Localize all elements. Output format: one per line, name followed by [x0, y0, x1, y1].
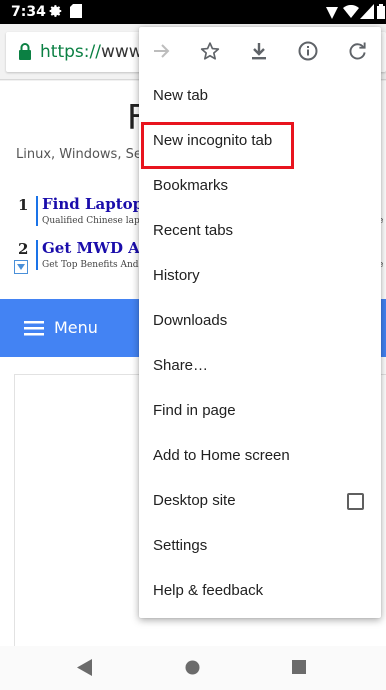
desktop-site-checkbox[interactable]: [347, 493, 364, 510]
recents-icon[interactable]: [292, 660, 306, 679]
menu-item-bookmarks[interactable]: Bookmarks: [139, 165, 381, 210]
battery-icon: [377, 4, 385, 24]
menu-item-label: Bookmarks: [153, 177, 229, 194]
menu-item-label: Help & feedback: [153, 582, 264, 599]
sd-card-icon: [70, 4, 82, 23]
bookmark-star-icon[interactable]: [199, 40, 221, 62]
ad-subtitle: Get Top Benefits And Us: [42, 260, 154, 270]
menu-item-desktop-site[interactable]: Desktop site: [139, 480, 381, 525]
overflow-menu: New tab New incognito tab Bookmarks Rece…: [139, 27, 381, 618]
back-icon[interactable]: [77, 659, 92, 681]
url-scheme: https://: [40, 42, 101, 62]
forward-icon[interactable]: [151, 40, 173, 62]
ad-subtitle: Qualified Chinese laptop: [42, 216, 155, 226]
menu-item-label: Recent tabs: [153, 222, 234, 239]
ad-divider: [36, 240, 38, 270]
download-icon[interactable]: [248, 40, 270, 62]
highlight-box: [141, 122, 294, 169]
menu-item-label: Downloads: [153, 312, 228, 329]
menu-item-history[interactable]: History: [139, 255, 381, 300]
cell-signal-icon: [360, 4, 374, 24]
menu-item-label: Add to Home screen: [153, 447, 290, 464]
status-time: 7:34: [11, 4, 46, 20]
status-bar: 7:34: [0, 0, 386, 24]
do-not-disturb-icon: [326, 6, 338, 24]
menu-item-label: New tab: [153, 87, 209, 104]
android-nav-bar: [0, 646, 386, 690]
ad-number: 1: [18, 196, 29, 214]
ad-divider: [36, 196, 38, 226]
home-icon[interactable]: [185, 660, 200, 680]
menu-item-downloads[interactable]: Downloads: [139, 300, 381, 345]
menu-item-recent-tabs[interactable]: Recent tabs: [139, 210, 381, 255]
menu-item-label: Desktop site: [153, 492, 236, 509]
menu-item-label: Find in page: [153, 402, 236, 419]
menu-item-add-to-home-screen[interactable]: Add to Home screen: [139, 435, 381, 480]
site-menu-label: Menu: [54, 318, 98, 337]
menu-item-settings[interactable]: Settings: [139, 525, 381, 570]
hamburger-menu-icon: [24, 321, 44, 341]
menu-item-find-in-page[interactable]: Find in page: [139, 390, 381, 435]
menu-item-label: Settings: [153, 537, 208, 554]
secure-lock-icon: [18, 43, 32, 65]
menu-item-help-feedback[interactable]: Help & feedback: [139, 570, 381, 615]
refresh-icon[interactable]: [346, 40, 368, 62]
menu-item-share[interactable]: Share…: [139, 345, 381, 390]
menu-item-label: History: [153, 267, 200, 284]
overflow-menu-toolbar: [139, 27, 381, 75]
menu-item-new-tab[interactable]: New tab: [139, 75, 381, 120]
ad-number: 2: [18, 240, 29, 258]
ad-choices-icon[interactable]: [14, 260, 28, 279]
site-tagline: Linux, Windows, Sec: [16, 147, 149, 162]
settings-gear-icon: [49, 4, 63, 23]
wifi-icon: [343, 4, 359, 23]
info-icon[interactable]: [297, 40, 319, 62]
menu-item-label: Share…: [153, 357, 209, 374]
